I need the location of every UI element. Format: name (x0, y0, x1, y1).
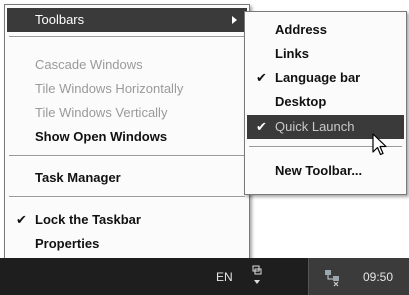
taskbar[interactable]: EN 09:50 (0, 258, 409, 295)
menu-item-toolbars[interactable]: Toolbars (7, 8, 247, 32)
menu-item-lock-taskbar[interactable]: ✔ Lock the Taskbar (7, 208, 247, 232)
menu-item-task-manager[interactable]: Task Manager (7, 166, 247, 190)
menu-separator (9, 196, 245, 198)
language-indicator[interactable]: EN (216, 270, 233, 284)
menu-item-show-open-windows[interactable]: Show Open Windows (7, 125, 247, 149)
tray-network-icon[interactable] (323, 267, 343, 287)
menu-item-label: Tile Windows Horizontally (35, 81, 184, 96)
menu-item-tile-vertically[interactable]: Tile Windows Vertically (7, 101, 247, 125)
menu-item-tile-horizontally[interactable]: Tile Windows Horizontally (7, 77, 247, 101)
menu-item-cascade-windows[interactable]: Cascade Windows (7, 53, 247, 77)
notification-area: 09:50 (308, 258, 409, 295)
menu-item-label: Task Manager (35, 170, 121, 185)
menu-item-label: Cascade Windows (35, 57, 143, 72)
checkmark-icon: ✔ (256, 119, 267, 134)
toolbars-submenu: Address Links ✔ Language bar Desktop ✔ Q… (244, 11, 407, 195)
menu-item-label: Tile Windows Vertically (35, 105, 168, 120)
submenu-item-address[interactable]: Address (247, 18, 404, 42)
menu-item-label: Links (275, 46, 309, 61)
menu-item-label: Toolbars (35, 12, 85, 27)
menu-item-label: Address (275, 22, 328, 37)
menu-item-label: Language bar (275, 70, 361, 85)
clock[interactable]: 09:50 (363, 270, 393, 284)
menu-separator (9, 155, 245, 157)
menu-item-properties[interactable]: Properties (7, 232, 247, 256)
menu-item-label: New Toolbar... (275, 163, 363, 178)
submenu-item-desktop[interactable]: Desktop (247, 90, 404, 114)
checkmark-icon: ✔ (16, 212, 27, 227)
submenu-arrow-icon (232, 16, 237, 24)
language-options-icon[interactable] (251, 263, 263, 289)
checkmark-icon: ✔ (256, 70, 267, 85)
menu-item-label: Desktop (275, 94, 327, 109)
submenu-item-links[interactable]: Links (247, 42, 404, 66)
menu-item-label: Show Open Windows (35, 129, 168, 144)
menu-item-label: Lock the Taskbar (35, 212, 141, 227)
submenu-item-language-bar[interactable]: ✔ Language bar (247, 66, 404, 90)
submenu-item-new-toolbar[interactable]: New Toolbar... (247, 159, 404, 183)
taskbar-context-menu: Toolbars Cascade Windows Tile Windows Ho… (4, 4, 250, 262)
mouse-cursor-icon (372, 133, 387, 156)
menu-item-label: Quick Launch (275, 119, 355, 134)
menu-separator (9, 36, 245, 38)
menu-item-label: Properties (35, 236, 100, 251)
